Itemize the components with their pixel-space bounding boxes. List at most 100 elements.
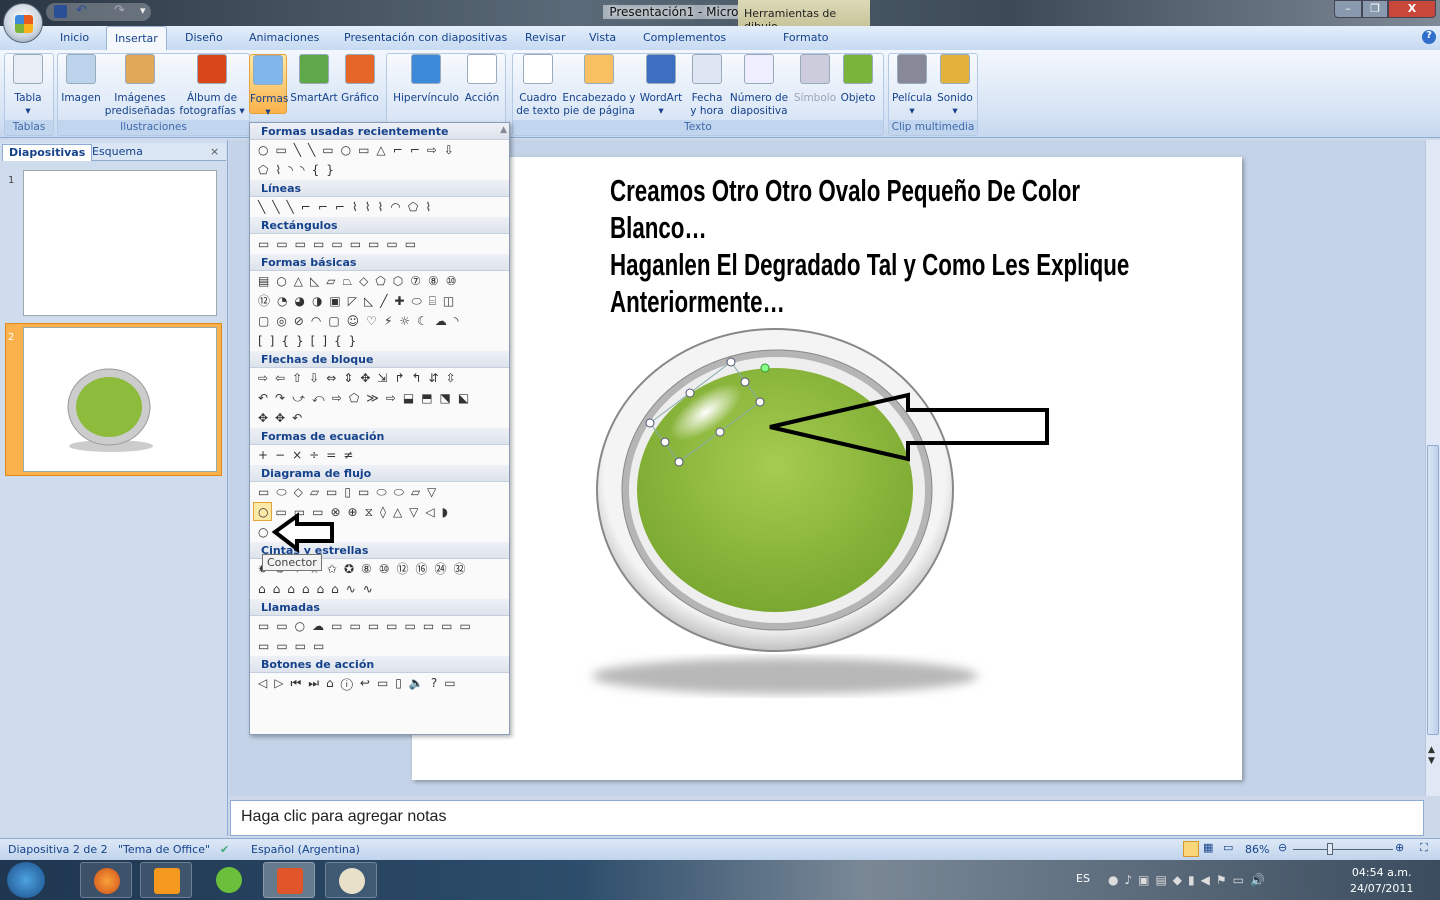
shapes-row[interactable]: ⌂⌂⌂⌂⌂⌂∿∿ <box>250 579 509 599</box>
tab-complementos[interactable]: Complementos <box>643 31 726 44</box>
restore-button[interactable]: ❐ <box>1362 0 1388 18</box>
shapes-section-header: Llamadas <box>250 599 509 616</box>
ribbon-button-wordart[interactable]: WordArt ▾ <box>638 54 684 118</box>
close-button[interactable]: X <box>1388 0 1436 18</box>
slide-sorter-icon[interactable]: ▦ <box>1203 841 1213 854</box>
shapes-row[interactable]: ▤○△◺▱⏢◇⬠⬡⑦⑧⑩ <box>250 271 509 291</box>
ribbon-button-imágenes[interactable]: Imágenes prediseñadas <box>104 54 176 118</box>
shapes-row[interactable]: ▭▭▭▭▭▭▭▭▭ <box>250 234 509 254</box>
ribbon-button-fecha[interactable]: Fecha y hora <box>688 54 726 118</box>
ribbon-button-imagen[interactable]: Imagen <box>60 54 102 105</box>
slideshow-icon[interactable]: ▭ <box>1223 841 1233 854</box>
language-indicator[interactable]: ES <box>1076 872 1090 885</box>
shapes-row[interactable]: ▢◎⊘◠▢☺♡⚡☼☾☁◝ <box>250 311 509 331</box>
notes-input[interactable]: Haga clic para agregar notas <box>230 800 1424 836</box>
taskbar-firefox[interactable] <box>80 862 132 898</box>
slide-thumbnail-1[interactable] <box>23 170 217 316</box>
ribbon-button-smartart[interactable]: SmartArt <box>290 54 338 105</box>
menu-scroll-up-icon[interactable]: ▲ <box>500 125 507 135</box>
ribbon-button-álbumde[interactable]: Álbum de fotografías ▾ <box>178 54 246 118</box>
zoom-in-icon[interactable]: ⊕ <box>1395 841 1404 854</box>
zoom-level[interactable]: 86% <box>1245 843 1269 856</box>
zoom-slider[interactable] <box>1293 849 1393 850</box>
slide-counter: Diapositiva 2 de 2 <box>8 843 108 856</box>
ribbon: Tablas Ilustraciones Texto Clip multimed… <box>0 50 1440 138</box>
taskbar-messenger[interactable] <box>203 862 255 898</box>
tray-icons[interactable]: ●♪▣▤◆▮◀⚑▭🔊 <box>1108 873 1271 887</box>
taskbar-paint[interactable] <box>325 862 377 898</box>
ribbon-icon <box>66 54 96 84</box>
taskbar-media-player[interactable] <box>140 862 192 898</box>
tab-vista[interactable]: Vista <box>589 31 616 44</box>
ribbon-button-númerode[interactable]: Número de diapositiva <box>728 54 790 118</box>
shapes-row[interactable]: ↶↷⤻⤺⇨⬠≫⇨⬓⬒⬔⬕ <box>250 388 509 408</box>
shapes-row[interactable]: []{}[]{} <box>250 331 509 351</box>
taskbar: ES ●♪▣▤◆▮◀⚑▭🔊 <box>0 860 1440 900</box>
clock[interactable]: 04:54 a.m. 24/07/2011 <box>1350 865 1413 897</box>
shapes-row[interactable]: ⬠⌇◝◝{} <box>250 160 509 180</box>
save-icon[interactable] <box>54 5 67 18</box>
ribbon-button-encabezadoy[interactable]: Encabezado y pie de página <box>562 54 636 118</box>
shapes-section-header: Rectángulos <box>250 217 509 234</box>
undo-icon[interactable]: ↶ <box>76 3 87 18</box>
shapes-row[interactable]: ⑫◔◕◑▣◸◺╱✚⬭⌸◫ <box>250 291 509 311</box>
shapes-row[interactable]: ╲╲╲⌐⌐⌐⌇⌇⌇◠⬠⌇ <box>250 197 509 217</box>
slide-thumbnail-2[interactable] <box>23 327 217 472</box>
start-button[interactable] <box>7 862 45 898</box>
ribbon-button-cuadro[interactable]: Cuadro de texto <box>515 54 561 118</box>
ribbon-button-formas[interactable]: Formas ▾ <box>249 54 288 118</box>
tab-presentacion[interactable]: Presentación con diapositivas <box>344 31 507 44</box>
tab-insertar[interactable]: Insertar <box>106 26 167 51</box>
shapes-row[interactable]: ▭▭▭▭ <box>250 636 509 656</box>
tab-diapositivas[interactable]: Diapositivas <box>2 144 93 161</box>
shapes-row[interactable]: ▭⬭◇▱▭▯▭⬭⬭▱▽ <box>250 482 509 502</box>
messenger-icon <box>216 867 242 893</box>
vertical-scrollbar[interactable]: ▲ ▼ <box>1425 140 1440 796</box>
ribbon-button-gráfico[interactable]: Gráfico <box>340 54 380 105</box>
help-icon[interactable]: ? <box>1422 30 1436 44</box>
ribbon-icon <box>467 54 497 84</box>
paint-icon <box>339 868 365 894</box>
shapes-row[interactable]: ⇨⇦⇧⇩⇔⇕✥⇲↱↰⇵⇳ <box>250 368 509 388</box>
minimize-button[interactable]: – <box>1334 0 1362 18</box>
zoom-slider-thumb[interactable] <box>1326 843 1333 855</box>
customize-qat-icon[interactable]: ▾ <box>140 4 146 17</box>
prev-next-slide-icons[interactable]: ▲ ▼ <box>1428 745 1435 767</box>
slide-title-textbox[interactable]: Creamos Otro Otro Ovalo Pequeño De Color… <box>610 172 1157 320</box>
ribbon-button-película[interactable]: Película ▾ <box>890 54 934 118</box>
ribbon-icon <box>843 54 873 84</box>
taskbar-powerpoint[interactable] <box>263 862 315 898</box>
ribbon-icon <box>299 54 329 84</box>
close-pane-button[interactable]: × <box>204 144 225 161</box>
shapes-row[interactable]: ◁▷⏮⏭⌂ⓘ↩▭▯🔈?▭ <box>250 673 509 693</box>
tab-diseno[interactable]: Diseño <box>185 31 223 44</box>
redo-icon[interactable]: ↷ <box>114 3 125 18</box>
shapes-dropdown[interactable]: Formas usadas recientemente ○▭╲╲▭○▭△⌐⌐⇨⇩ ⬠… <box>249 122 510 735</box>
tab-esquema[interactable]: Esquema <box>86 144 149 161</box>
normal-view-icon[interactable] <box>1183 841 1199 857</box>
spellcheck-icon[interactable]: ✔ <box>220 843 229 856</box>
ribbon-button-objeto[interactable]: Objeto <box>838 54 878 105</box>
shapes-row[interactable]: +−×÷=≠ <box>250 445 509 465</box>
ribbon-icon <box>940 54 970 84</box>
ribbon-icon <box>800 54 830 84</box>
shapes-row[interactable]: ✥✥↶ <box>250 408 509 428</box>
ribbon-button-acción[interactable]: Acción <box>462 54 502 105</box>
tab-revisar[interactable]: Revisar <box>525 31 565 44</box>
tab-formato[interactable]: Formato <box>783 31 829 44</box>
shapes-row[interactable]: ▭▭○☁▭▭▭▭▭▭▭▭ <box>250 616 509 636</box>
tab-inicio[interactable]: Inicio <box>60 31 89 44</box>
office-button[interactable] <box>3 3 43 43</box>
shapes-row[interactable]: ○▭╲╲▭○▭△⌐⌐⇨⇩ <box>250 140 509 160</box>
ribbon-icon <box>13 54 43 84</box>
ribbon-button-sonido[interactable]: Sonido ▾ <box>934 54 976 118</box>
fit-to-window-icon[interactable]: ⛶ <box>1420 841 1428 855</box>
tab-animaciones[interactable]: Animaciones <box>249 31 319 44</box>
scrollbar-thumb[interactable] <box>1427 445 1439 735</box>
zoom-out-icon[interactable]: ⊖ <box>1278 841 1287 854</box>
ribbon-button-tabla[interactable]: Tabla ▾ <box>10 54 46 118</box>
language[interactable]: Español (Argentina) <box>251 843 360 856</box>
quick-access-toolbar: ↶ ↷ ▾ <box>46 3 151 21</box>
ribbon-button-símbolo[interactable]: Símbolo <box>792 54 838 105</box>
ribbon-button-hipervínculo[interactable]: Hipervínculo <box>392 54 460 105</box>
